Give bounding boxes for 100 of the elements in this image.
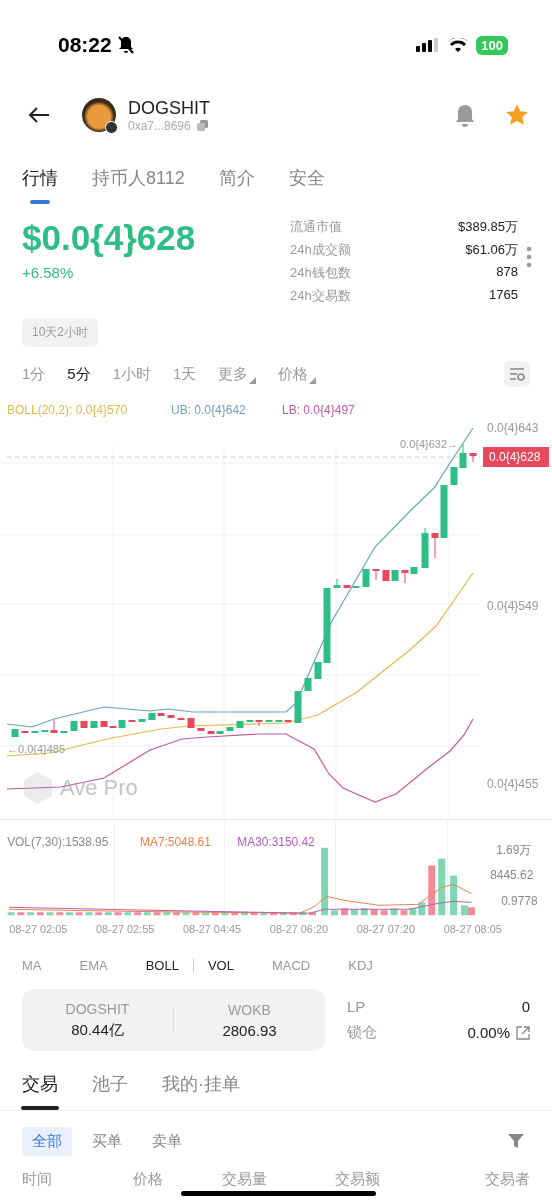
watermark: Ave Pro bbox=[60, 775, 138, 800]
volume-bar bbox=[289, 912, 297, 916]
time-label: 08-27 06:20 bbox=[269, 923, 329, 936]
candle bbox=[197, 727, 205, 732]
star-icon[interactable] bbox=[504, 102, 530, 128]
candle bbox=[372, 568, 380, 581]
tab[interactable]: 行情 bbox=[22, 154, 58, 204]
volume-bar bbox=[56, 912, 64, 916]
column-header: 交易量 bbox=[222, 1170, 268, 1187]
candle bbox=[469, 452, 477, 463]
tab[interactable]: 简介 bbox=[218, 154, 255, 204]
volume-bar bbox=[7, 912, 15, 916]
price-value: $0.0{4}628 bbox=[22, 218, 196, 258]
volume-bar bbox=[370, 909, 378, 916]
indicator-tab[interactable]: EMA bbox=[79, 957, 108, 973]
time-label: 08-27 02:05 bbox=[9, 923, 68, 936]
back-arrow-icon[interactable] bbox=[28, 106, 50, 124]
column-header: 交易额 bbox=[335, 1170, 381, 1187]
token-address: 0xa7...8696 bbox=[128, 118, 191, 133]
volume-bar bbox=[17, 912, 25, 916]
candle bbox=[31, 730, 39, 734]
indicator-tab[interactable]: KDJ bbox=[348, 957, 373, 973]
settings-icon bbox=[509, 367, 525, 381]
pool-value: 0.00% bbox=[467, 1024, 510, 1041]
stat-value: 878 bbox=[496, 264, 518, 281]
candle bbox=[70, 720, 78, 732]
candle bbox=[362, 568, 370, 588]
stat-value: $389.85万 bbox=[458, 218, 518, 236]
volume-bar bbox=[428, 865, 436, 916]
candle bbox=[187, 717, 195, 729]
tab[interactable]: 持币人8112 bbox=[92, 154, 185, 204]
indicator-legend: LB: 0.0{4}497 bbox=[282, 403, 355, 417]
axis-label: 0.0{4}455 bbox=[487, 777, 539, 791]
battery-level: 100 bbox=[476, 35, 508, 55]
volume-bar bbox=[182, 912, 190, 916]
time-label: 08-27 02:55 bbox=[96, 923, 155, 936]
interval-tab[interactable]: 价格 bbox=[278, 364, 317, 384]
volume-bar bbox=[340, 908, 348, 916]
chart-settings-button[interactable] bbox=[504, 361, 530, 387]
candle bbox=[21, 730, 29, 734]
tab[interactable]: 安全 bbox=[288, 154, 325, 204]
copy-icon[interactable] bbox=[196, 120, 208, 131]
candle bbox=[11, 728, 19, 738]
candle bbox=[236, 720, 244, 729]
filter-icon[interactable] bbox=[508, 1133, 524, 1149]
column-header: 时间 bbox=[22, 1170, 53, 1187]
signal-icon bbox=[416, 38, 441, 52]
tab[interactable]: 池子 bbox=[92, 1060, 128, 1110]
candle bbox=[128, 719, 136, 723]
volume-bar bbox=[450, 875, 458, 916]
indicator-tab[interactable]: MACD bbox=[271, 957, 311, 973]
axis-label: 0.0{4}643 bbox=[487, 421, 539, 435]
volume-bar bbox=[390, 908, 398, 916]
indicator-legend: UB: 0.0{4}642 bbox=[171, 403, 246, 417]
stat-value: 1765 bbox=[489, 287, 518, 304]
indicator-tab[interactable]: BOLL bbox=[145, 957, 179, 973]
token-avatar bbox=[82, 98, 116, 132]
interval-tab[interactable]: 5分 bbox=[67, 364, 91, 384]
column-header: 价格 bbox=[133, 1170, 164, 1187]
volume-bar bbox=[153, 912, 161, 916]
stat-label: 24h交易数 bbox=[290, 287, 351, 305]
pool-label: LP bbox=[347, 998, 366, 1015]
filter-chip[interactable]: 卖单 bbox=[142, 1126, 192, 1156]
more-icon[interactable] bbox=[526, 246, 532, 268]
volume-bar bbox=[134, 912, 141, 916]
interval-tab[interactable]: 1小时 bbox=[112, 364, 152, 384]
volume-bar bbox=[85, 912, 93, 916]
candle bbox=[80, 720, 88, 729]
indicator-tab[interactable]: MA bbox=[22, 957, 42, 973]
interval-tab[interactable]: 更多 bbox=[218, 364, 257, 384]
interval-tab[interactable]: 1天 bbox=[173, 364, 197, 384]
volume-bar bbox=[380, 910, 388, 916]
token-amount: 2806.93 bbox=[222, 1021, 277, 1039]
volume-legend: MA7:5048.61 bbox=[140, 834, 211, 849]
external-link-icon[interactable] bbox=[516, 1025, 530, 1040]
tab[interactable]: 我的·挂单 bbox=[162, 1060, 240, 1110]
candle bbox=[294, 690, 302, 724]
muted-bell-icon bbox=[117, 36, 134, 54]
candle bbox=[138, 718, 146, 723]
pool-label: 锁仓 bbox=[347, 1023, 377, 1042]
candle bbox=[177, 717, 185, 721]
axis-label: 0.0{4}549 bbox=[487, 599, 539, 613]
candle bbox=[90, 720, 98, 729]
volume-bar bbox=[231, 912, 239, 916]
price-change: +6.58% bbox=[22, 264, 75, 281]
tab[interactable]: 交易 bbox=[22, 1060, 58, 1110]
volume-bar bbox=[66, 912, 73, 916]
volume-bar bbox=[75, 912, 83, 916]
filter-chip[interactable]: 买单 bbox=[82, 1126, 132, 1156]
volume-bar bbox=[321, 847, 329, 916]
indicator-tab[interactable]: VOL bbox=[207, 957, 234, 973]
interval-tab[interactable]: 1分 bbox=[22, 364, 46, 384]
token-name: DOGSHIT bbox=[128, 97, 211, 119]
indicator-legend: BOLL(20,2): 0.0{4}570 bbox=[7, 403, 128, 417]
candle bbox=[304, 677, 312, 692]
volume-bar bbox=[241, 912, 248, 916]
column-header: 交易者 bbox=[484, 1170, 530, 1187]
filter-chip[interactable]: 全部 bbox=[22, 1126, 72, 1156]
volume-bar bbox=[221, 912, 229, 916]
stat-label: 流通市值 bbox=[290, 218, 342, 236]
